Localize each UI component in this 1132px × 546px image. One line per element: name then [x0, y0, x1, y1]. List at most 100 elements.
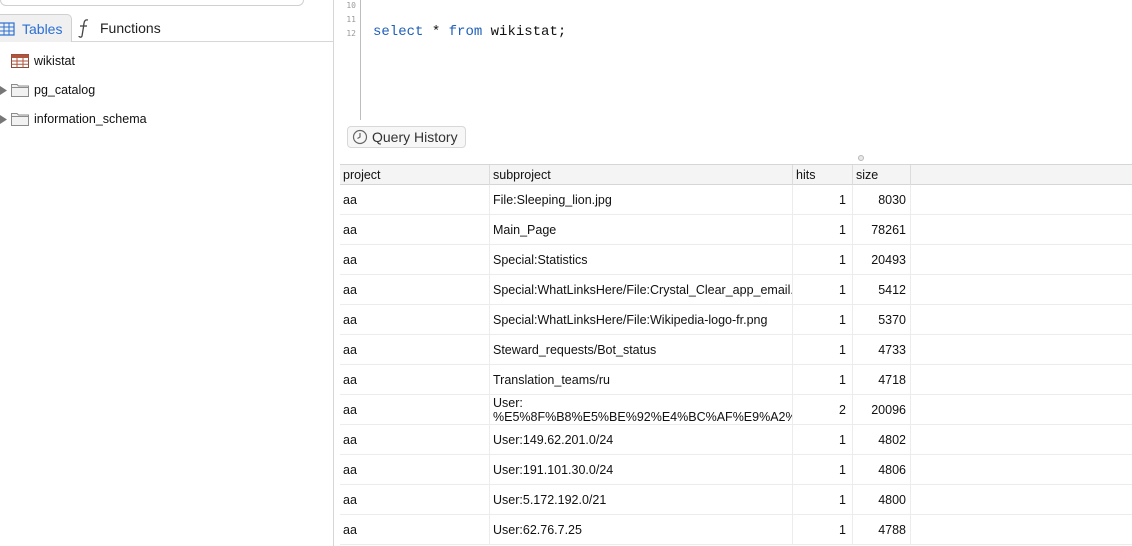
column-header-hits[interactable]: hits [793, 165, 853, 185]
cell-hits[interactable]: 1 [793, 425, 853, 455]
tree-item-label: pg_catalog [34, 83, 96, 97]
line-number: 10 [346, 1, 356, 10]
cell-project[interactable]: aa [340, 425, 490, 455]
table-row[interactable]: aa Special:WhatLinksHere/File:Wikipedia-l… [340, 305, 1132, 335]
table-row[interactable]: aa Special:WhatLinksHere/File:Crystal_Cle… [340, 275, 1132, 305]
cell-hits[interactable]: 1 [793, 275, 853, 305]
table-row[interactable]: aa User: %E5%8F%B8%E5%BE%92%E4%BC%AF%E9%A… [340, 395, 1132, 425]
cell-project[interactable]: aa [340, 335, 490, 365]
line-number: 12 [346, 29, 356, 38]
sql-text: * [423, 24, 449, 40]
query-history-label: Query History [372, 129, 458, 145]
cell-project[interactable]: aa [340, 395, 490, 425]
cell-hits[interactable]: 1 [793, 185, 853, 215]
cell-hits[interactable]: 1 [793, 485, 853, 515]
cell-size[interactable]: 20096 [853, 395, 911, 425]
table-row[interactable]: aa File:Sleeping_lion.jpg 1 8030 [340, 185, 1132, 215]
splitter-handle[interactable] [858, 155, 864, 161]
cell-size[interactable]: 5412 [853, 275, 911, 305]
sql-keyword: select [373, 24, 424, 40]
cell-size[interactable]: 4800 [853, 485, 911, 515]
sidebar: Tables Functions wikistat pg_catalog inf… [0, 0, 334, 546]
tab-functions-label: Functions [100, 20, 161, 36]
cell-size[interactable]: 5370 [853, 305, 911, 335]
sidebar-tabbar: Tables Functions [0, 14, 334, 42]
cell-size[interactable]: 78261 [853, 215, 911, 245]
cell-project[interactable]: aa [340, 185, 490, 215]
cell-subproject[interactable]: File:Sleeping_lion.jpg [490, 185, 793, 215]
tree-item-label: information_schema [34, 112, 147, 126]
table-row[interactable]: aa Special:Statistics 1 20493 [340, 245, 1132, 275]
cell-subproject[interactable]: User: %E5%8F%B8%E5%BE%92%E4%BC%AF%E9%A2%… [490, 395, 793, 425]
column-header-subproject[interactable]: subproject [490, 165, 793, 185]
tab-functions[interactable]: Functions [74, 14, 194, 42]
cell-project[interactable]: aa [340, 305, 490, 335]
cell-hits[interactable]: 2 [793, 395, 853, 425]
cell-project[interactable]: aa [340, 245, 490, 275]
query-history-button[interactable]: Query History [347, 126, 466, 148]
disclosure-triangle-icon[interactable] [0, 85, 10, 95]
column-header-project[interactable]: project [340, 165, 490, 185]
table-grid-icon [0, 19, 16, 39]
cell-size[interactable]: 4788 [853, 515, 911, 545]
cell-hits[interactable]: 1 [793, 515, 853, 545]
cell-size[interactable]: 4718 [853, 365, 911, 395]
query-editor[interactable]: 10 11 12 select * from wikistat; Query H… [340, 0, 1132, 161]
table-row[interactable]: aa Main_Page 1 78261 [340, 215, 1132, 245]
disclosure-triangle-icon[interactable] [0, 114, 10, 124]
cell-size[interactable]: 20493 [853, 245, 911, 275]
cell-hits[interactable]: 1 [793, 365, 853, 395]
cell-subproject[interactable]: Special:WhatLinksHere/File:Wikipedia-log… [490, 305, 793, 335]
cell-hits[interactable]: 1 [793, 335, 853, 365]
cell-hits[interactable]: 1 [793, 245, 853, 275]
search-field-edge[interactable] [0, 0, 304, 6]
cell-project[interactable]: aa [340, 215, 490, 245]
table-row[interactable]: aa User:191.101.30.0/24 1 4806 [340, 455, 1132, 485]
cell-subproject[interactable]: Special:WhatLinksHere/File:Crystal_Clear… [490, 275, 793, 305]
table-row[interactable]: aa User:5.172.192.0/21 1 4800 [340, 485, 1132, 515]
cell-project[interactable]: aa [340, 365, 490, 395]
cell-project[interactable]: aa [340, 515, 490, 545]
cell-hits[interactable]: 1 [793, 215, 853, 245]
tree-item-label: wikistat [34, 54, 75, 68]
tree-item-pg-catalog[interactable]: pg_catalog [0, 80, 95, 100]
cell-size[interactable]: 4733 [853, 335, 911, 365]
cell-project[interactable]: aa [340, 455, 490, 485]
table-row[interactable]: aa User:149.62.201.0/24 1 4802 [340, 425, 1132, 455]
cell-hits[interactable]: 1 [793, 305, 853, 335]
tree-item-information-schema[interactable]: information_schema [0, 109, 147, 129]
results-grid: project subproject hits size aa File:Slee… [340, 164, 1132, 546]
results-header: project subproject hits size [340, 165, 1132, 185]
tree-item-wikistat[interactable]: wikistat [0, 51, 75, 71]
folder-icon [11, 112, 29, 126]
cell-size[interactable]: 4806 [853, 455, 911, 485]
cell-subproject[interactable]: Translation_teams/ru [490, 365, 793, 395]
cell-hits[interactable]: 1 [793, 455, 853, 485]
cell-subproject[interactable]: User:5.172.192.0/21 [490, 485, 793, 515]
table-row[interactable]: aa Translation_teams/ru 1 4718 [340, 365, 1132, 395]
table-row[interactable]: aa User:62.76.7.25 1 4788 [340, 515, 1132, 545]
line-number-gutter: 10 11 12 [340, 0, 361, 120]
tab-tables[interactable]: Tables [0, 14, 72, 42]
tab-tables-label: Tables [22, 20, 63, 37]
table-icon [11, 54, 29, 68]
table-row[interactable]: aa Steward_requests/Bot_status 1 4733 [340, 335, 1132, 365]
cell-subproject[interactable]: User:191.101.30.0/24 [490, 455, 793, 485]
cell-subproject[interactable]: Steward_requests/Bot_status [490, 335, 793, 365]
line-number: 11 [346, 15, 356, 24]
sql-code-line[interactable]: select * from wikistat; [373, 24, 566, 40]
sql-text: wikistat; [482, 24, 567, 40]
sql-keyword: from [448, 24, 483, 40]
cell-project[interactable]: aa [340, 275, 490, 305]
cell-subproject[interactable]: Main_Page [490, 215, 793, 245]
cell-subproject[interactable]: Special:Statistics [490, 245, 793, 275]
cell-subproject[interactable]: User:62.76.7.25 [490, 515, 793, 545]
function-icon [74, 18, 94, 38]
column-header-size[interactable]: size [853, 165, 911, 185]
cell-subproject[interactable]: User:149.62.201.0/24 [490, 425, 793, 455]
cell-project[interactable]: aa [340, 485, 490, 515]
cell-size[interactable]: 8030 [853, 185, 911, 215]
clock-icon [352, 129, 368, 145]
cell-size[interactable]: 4802 [853, 425, 911, 455]
folder-icon [11, 83, 29, 97]
